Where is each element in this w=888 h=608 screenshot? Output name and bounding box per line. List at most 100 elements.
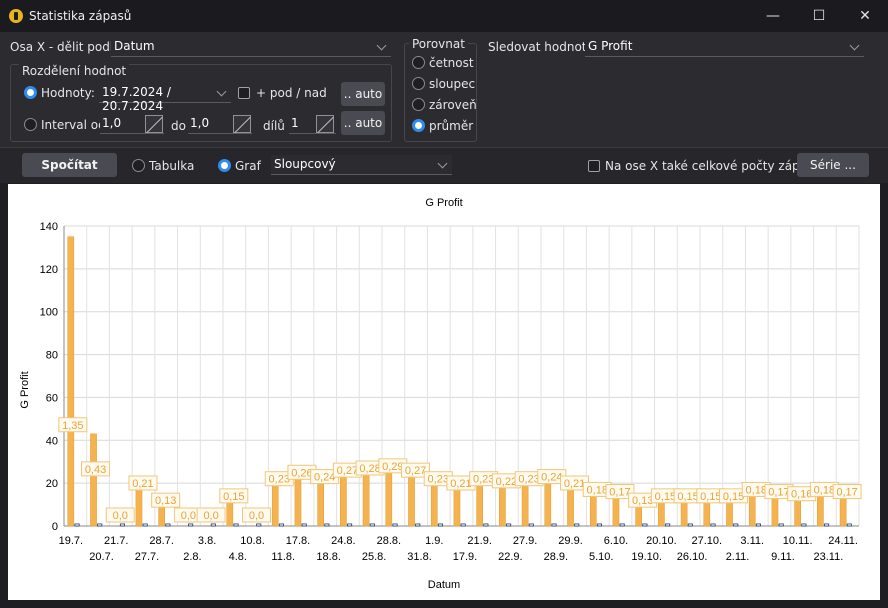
sledovat-label: Sledovat hodnoty bbox=[488, 40, 594, 54]
data-label: 0,29 bbox=[382, 461, 403, 473]
y-tick-label: 80 bbox=[46, 350, 58, 362]
hodnoty-label: Hodnoty: bbox=[41, 86, 95, 100]
x-tick-label: 19.7. bbox=[59, 535, 83, 547]
dilu-label: dílů bbox=[263, 119, 285, 133]
x-tick-label: 6.10. bbox=[604, 535, 628, 547]
auto-interval-button[interactable]: .. auto bbox=[341, 111, 385, 135]
sledovat-dropdown[interactable]: G Profit bbox=[585, 37, 864, 57]
secondary-bar bbox=[256, 523, 262, 527]
x-tick-label: 3.11. bbox=[740, 535, 764, 547]
chevron-down-icon bbox=[849, 40, 860, 51]
x-tick-label: 31.8. bbox=[407, 551, 431, 563]
secondary-bar bbox=[642, 523, 648, 527]
y-axis-label: G Profit bbox=[19, 371, 31, 408]
data-label: 0,16 bbox=[791, 489, 812, 501]
totals-label: Na ose X také celkové počty zápasů bbox=[605, 159, 821, 173]
data-label: 0,23 bbox=[428, 474, 449, 486]
secondary-bar bbox=[460, 523, 466, 527]
minimize-button[interactable]: — bbox=[750, 0, 796, 32]
x-tick-label: 19.10. bbox=[631, 551, 662, 563]
hodnoty-dropdown[interactable]: 19.7.2024 / 20.7.2024 bbox=[99, 83, 231, 113]
pod-nad-checkbox[interactable] bbox=[238, 87, 250, 99]
x-tick-label: 11.8. bbox=[271, 551, 295, 563]
sledovat-value: G Profit bbox=[588, 39, 633, 53]
data-label: 0,15 bbox=[723, 491, 744, 503]
data-label: 0,43 bbox=[85, 464, 106, 476]
chart-type-dropdown[interactable]: Sloupcový bbox=[271, 155, 452, 175]
secondary-bar bbox=[437, 523, 444, 527]
data-label: 0,22 bbox=[496, 476, 517, 488]
hodnoty-radio[interactable] bbox=[24, 86, 37, 99]
x-tick-label: 28.9. bbox=[544, 551, 568, 563]
secondary-bar bbox=[142, 523, 148, 527]
x-tick-label: 20.10. bbox=[646, 535, 677, 547]
spocitat-button[interactable]: Spočítat bbox=[22, 153, 117, 177]
dilu-spin-icon[interactable] bbox=[316, 115, 334, 133]
secondary-bar bbox=[392, 523, 398, 527]
secondary-bar bbox=[301, 523, 307, 527]
porovnat-label-zaroven: zároveň bbox=[429, 98, 477, 112]
x-tick-label: 17.8. bbox=[286, 535, 310, 547]
bar bbox=[67, 236, 75, 527]
secondary-bar bbox=[415, 523, 421, 527]
data-label: 0,24 bbox=[541, 472, 562, 484]
secondary-bar bbox=[733, 523, 739, 527]
maximize-button[interactable]: ☐ bbox=[796, 0, 842, 32]
close-button[interactable]: ✕ bbox=[842, 0, 888, 32]
data-label: 0,21 bbox=[450, 478, 471, 490]
bar bbox=[90, 433, 97, 527]
totals-checkbox[interactable] bbox=[588, 160, 600, 172]
x-axis-label: Datum bbox=[428, 579, 460, 591]
secondary-bar bbox=[846, 523, 852, 527]
data-label: 0,13 bbox=[155, 495, 176, 507]
bar-chart: G Profit G Profit Datum 0 20 40 60 80 100 120 1… bbox=[19, 197, 862, 591]
x-tick-label: 2.11. bbox=[726, 551, 750, 563]
serie-button[interactable]: Série ... bbox=[797, 153, 869, 177]
graf-radio[interactable] bbox=[218, 159, 231, 172]
secondary-bar bbox=[210, 523, 216, 527]
chart-area: G Profit G Profit Datum 0 20 40 60 80 100 120 1… bbox=[8, 184, 880, 600]
data-label: 0,0 bbox=[249, 510, 264, 522]
secondary-bar bbox=[233, 523, 239, 527]
porovnat-radio-zaroven[interactable] bbox=[412, 98, 425, 111]
settings-panel: Osa X - dělit podle Datum Rozdělení hodn… bbox=[0, 32, 888, 148]
x-tick-label: 22.9. bbox=[498, 551, 522, 563]
window-title: Statistika zápasů bbox=[29, 9, 132, 23]
x-tick-label: 23.11. bbox=[813, 551, 843, 563]
porovnat-label-sloupec: sloupec bbox=[429, 77, 476, 91]
x-tick-label: 29.9. bbox=[558, 535, 582, 547]
porovnat-radio-prumer[interactable] bbox=[412, 119, 425, 132]
porovnat-label-cetnost: četnost bbox=[429, 56, 474, 70]
auto-hodnoty-button[interactable]: .. auto bbox=[341, 82, 385, 106]
hodnoty-value: 19.7.2024 / 20.7.2024 bbox=[102, 85, 171, 113]
secondary-bar bbox=[74, 523, 80, 527]
chart-type-value: Sloupcový bbox=[274, 157, 336, 171]
toolbar: Spočítat Tabulka Graf Sloupcový Na ose X… bbox=[0, 148, 888, 183]
x-tick-label: 24.11. bbox=[828, 535, 858, 547]
data-label: 0,21 bbox=[564, 478, 585, 490]
secondary-bar bbox=[755, 523, 762, 527]
porovnat-radio-sloupec[interactable] bbox=[412, 77, 425, 90]
secondary-bar bbox=[165, 523, 171, 527]
secondary-bar bbox=[188, 523, 194, 527]
interval-radio[interactable] bbox=[24, 118, 37, 131]
data-label: 0,0 bbox=[113, 510, 128, 522]
secondary-bar bbox=[97, 523, 103, 527]
x-tick-label: 27.10. bbox=[692, 535, 723, 547]
porovnat-radio-cetnost[interactable] bbox=[412, 56, 425, 69]
tabulka-radio[interactable] bbox=[132, 159, 145, 172]
interval-label: Interval od bbox=[41, 118, 106, 132]
data-label: 0,27 bbox=[405, 465, 426, 477]
chevron-down-icon bbox=[376, 40, 387, 51]
data-label: 0,23 bbox=[518, 474, 539, 486]
data-label: 0,23 bbox=[269, 474, 290, 486]
rozdeleni-title: Rozdělení hodnot bbox=[19, 64, 130, 78]
interval-to-spin-icon[interactable] bbox=[233, 115, 251, 133]
data-label: 0,17 bbox=[609, 487, 630, 499]
x-tick-label: 21.7. bbox=[104, 535, 128, 547]
data-label: 0,15 bbox=[223, 491, 244, 503]
secondary-bar bbox=[551, 523, 557, 527]
data-label: 0,0 bbox=[203, 510, 218, 522]
interval-from-spin-icon[interactable] bbox=[145, 115, 163, 133]
osa-x-dropdown[interactable]: Datum bbox=[111, 37, 391, 57]
